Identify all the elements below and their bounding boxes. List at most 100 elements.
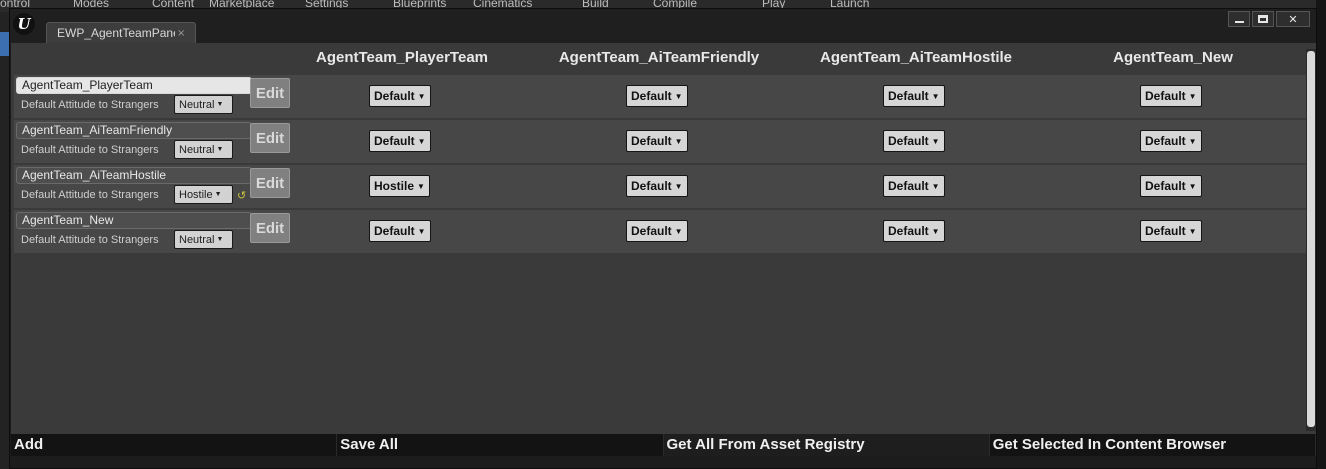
team-row: AgentTeam_New Default Attitude to Strang… bbox=[14, 210, 1307, 253]
cell-value: Default bbox=[631, 89, 672, 103]
chevron-down-icon: ▼ bbox=[417, 181, 425, 191]
save-all-button[interactable]: Save All bbox=[337, 434, 664, 456]
attitude-dropdown[interactable]: Neutral ▼ bbox=[174, 140, 233, 159]
reset-to-default-icon[interactable]: ↺ bbox=[237, 189, 246, 202]
attitude-label: Default Attitude to Strangers bbox=[21, 234, 159, 246]
tab-close-icon[interactable]: × bbox=[177, 28, 185, 39]
add-button[interactable]: Add bbox=[11, 434, 338, 456]
attitude-dropdown[interactable]: Neutral ▼ bbox=[174, 230, 233, 249]
chevron-down-icon: ▼ bbox=[216, 101, 224, 108]
team-name-field[interactable]: AgentTeam_PlayerTeam bbox=[16, 77, 252, 94]
minimize-button[interactable] bbox=[1228, 11, 1250, 27]
chevron-down-icon: ▼ bbox=[674, 91, 683, 101]
tab-agent-team-panel[interactable]: EWP_AgentTeamPane × bbox=[46, 22, 196, 43]
cell-value: Default bbox=[1145, 134, 1186, 148]
chevron-down-icon: ▼ bbox=[931, 91, 940, 101]
attitude-cell-dropdown[interactable]: Default ▼ bbox=[626, 220, 688, 242]
edit-button[interactable]: Edit bbox=[250, 168, 290, 198]
edit-button[interactable]: Edit bbox=[250, 213, 290, 243]
attitude-cell-dropdown[interactable]: Default ▼ bbox=[369, 130, 431, 152]
team-name-field[interactable]: AgentTeam_New bbox=[16, 212, 252, 229]
attitude-dropdown[interactable]: Neutral ▼ bbox=[174, 95, 233, 114]
cell-value: Default bbox=[1145, 224, 1186, 238]
cell-value: Default bbox=[631, 224, 672, 238]
team-matrix-panel: AgentTeam_PlayerTeam AgentTeam_AiTeamFri… bbox=[11, 43, 1316, 434]
cell-value: Default bbox=[631, 179, 672, 193]
title-bar[interactable]: U EWP_AgentTeamPane × ✕ bbox=[10, 9, 1316, 43]
chevron-down-icon: ▼ bbox=[216, 146, 224, 153]
column-header-ai-team-friendly: AgentTeam_AiTeamFriendly bbox=[558, 49, 760, 66]
cell-value: Default bbox=[888, 179, 929, 193]
close-button[interactable]: ✕ bbox=[1276, 11, 1310, 27]
column-header-player-team: AgentTeam_PlayerTeam bbox=[315, 49, 489, 66]
attitude-value: Neutral bbox=[179, 98, 215, 111]
cell-value: Default bbox=[374, 89, 415, 103]
attitude-dropdown[interactable]: Hostile ▼ bbox=[174, 185, 233, 204]
editor-right-strip bbox=[1316, 0, 1326, 469]
attitude-cell-dropdown[interactable]: Default ▼ bbox=[626, 130, 688, 152]
edit-button[interactable]: Edit bbox=[250, 123, 290, 153]
maximize-button[interactable] bbox=[1252, 11, 1274, 27]
attitude-cell-dropdown[interactable]: Default ▼ bbox=[883, 220, 945, 242]
cell-value: Default bbox=[888, 134, 929, 148]
team-row: AgentTeam_AiTeamHostile Default Attitude… bbox=[14, 165, 1307, 208]
attitude-cell-dropdown[interactable]: Default ▼ bbox=[883, 85, 945, 107]
vertical-scrollbar[interactable] bbox=[1306, 49, 1316, 431]
attitude-cell-dropdown[interactable]: Default ▼ bbox=[883, 130, 945, 152]
chevron-down-icon: ▼ bbox=[931, 181, 940, 191]
cell-value: Default bbox=[374, 134, 415, 148]
chevron-down-icon: ▼ bbox=[1188, 181, 1197, 191]
attitude-cell-dropdown[interactable]: Default ▼ bbox=[1140, 220, 1202, 242]
chevron-down-icon: ▼ bbox=[931, 226, 940, 236]
chevron-down-icon: ▼ bbox=[674, 136, 683, 146]
attitude-cell-dropdown[interactable]: Default ▼ bbox=[883, 175, 945, 197]
edit-button[interactable]: Edit bbox=[250, 78, 290, 108]
attitude-cell-dropdown[interactable]: Default ▼ bbox=[626, 85, 688, 107]
column-header-ai-team-hostile: AgentTeam_AiTeamHostile bbox=[820, 49, 1012, 66]
attitude-cell-dropdown[interactable]: Default ▼ bbox=[1140, 175, 1202, 197]
editor-left-strip bbox=[0, 12, 9, 469]
maximize-icon bbox=[1258, 15, 1268, 23]
chevron-down-icon: ▼ bbox=[417, 226, 426, 236]
attitude-cell-dropdown[interactable]: Hostile ▼ bbox=[369, 175, 430, 197]
team-name-field[interactable]: AgentTeam_AiTeamFriendly bbox=[16, 122, 252, 139]
attitude-value: Neutral bbox=[179, 233, 215, 246]
tab-label: EWP_AgentTeamPane bbox=[57, 26, 175, 40]
scrollbar-thumb[interactable] bbox=[1307, 51, 1315, 427]
attitude-value: Hostile bbox=[179, 188, 213, 201]
cell-value: Default bbox=[374, 224, 415, 238]
team-row: AgentTeam_AiTeamFriendly Default Attitud… bbox=[14, 120, 1307, 163]
chevron-down-icon: ▼ bbox=[417, 136, 426, 146]
team-name-field[interactable]: AgentTeam_AiTeamHostile bbox=[16, 167, 252, 184]
attitude-cell-dropdown[interactable]: Default ▼ bbox=[1140, 130, 1202, 152]
cell-value: Default bbox=[1145, 89, 1186, 103]
attitude-cell-dropdown[interactable]: Default ▼ bbox=[626, 175, 688, 197]
team-row: AgentTeam_PlayerTeam Default Attitude to… bbox=[14, 75, 1307, 118]
cell-value: Hostile bbox=[374, 179, 415, 193]
minimize-icon bbox=[1234, 20, 1244, 23]
attitude-cell-dropdown[interactable]: Default ▼ bbox=[369, 220, 431, 242]
attitude-cell-dropdown[interactable]: Default ▼ bbox=[369, 85, 431, 107]
chevron-down-icon: ▼ bbox=[214, 191, 222, 198]
unreal-logo-icon: U bbox=[13, 13, 35, 35]
chevron-down-icon: ▼ bbox=[1188, 136, 1197, 146]
get-all-from-asset-registry-button[interactable]: Get All From Asset Registry bbox=[663, 434, 990, 456]
close-icon: ✕ bbox=[1288, 12, 1298, 26]
column-headers: AgentTeam_PlayerTeam AgentTeam_AiTeamFri… bbox=[11, 49, 1307, 71]
chevron-down-icon: ▼ bbox=[1188, 226, 1197, 236]
cell-value: Default bbox=[1145, 179, 1186, 193]
attitude-label: Default Attitude to Strangers bbox=[21, 144, 159, 156]
chevron-down-icon: ▼ bbox=[674, 181, 683, 191]
attitude-value: Neutral bbox=[179, 143, 215, 156]
cell-value: Default bbox=[631, 134, 672, 148]
cell-value: Default bbox=[888, 224, 929, 238]
attitude-label: Default Attitude to Strangers bbox=[21, 189, 159, 201]
chevron-down-icon: ▼ bbox=[674, 226, 683, 236]
editor-selection-highlight bbox=[0, 32, 9, 56]
attitude-cell-dropdown[interactable]: Default ▼ bbox=[1140, 85, 1202, 107]
chevron-down-icon: ▼ bbox=[931, 136, 940, 146]
chevron-down-icon: ▼ bbox=[1188, 91, 1197, 101]
get-selected-in-content-browser-button[interactable]: Get Selected In Content Browser bbox=[989, 434, 1316, 456]
window-controls: ✕ bbox=[1228, 11, 1310, 27]
chevron-down-icon: ▼ bbox=[417, 91, 426, 101]
